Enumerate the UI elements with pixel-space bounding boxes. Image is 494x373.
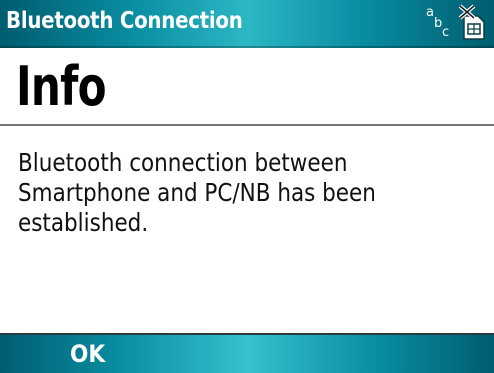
softkey-bar: OK: [0, 333, 494, 373]
heading-divider: [0, 124, 494, 126]
dialog-heading: Info: [16, 55, 107, 118]
input-mode-indicator: a b c: [424, 4, 452, 40]
input-mode-a: a: [426, 5, 434, 20]
ok-softkey[interactable]: OK: [70, 339, 178, 369]
input-mode-c: c: [442, 25, 450, 40]
no-sim-icon: [458, 4, 485, 40]
window-title: Bluetooth Connection: [6, 8, 243, 34]
dialog-message: Bluetooth connection between Smartphone …: [18, 148, 376, 237]
bluetooth-info-screen: Bluetooth Connection a b c Info Bluetoot…: [0, 0, 494, 373]
title-bar: Bluetooth Connection a b c: [0, 0, 494, 48]
